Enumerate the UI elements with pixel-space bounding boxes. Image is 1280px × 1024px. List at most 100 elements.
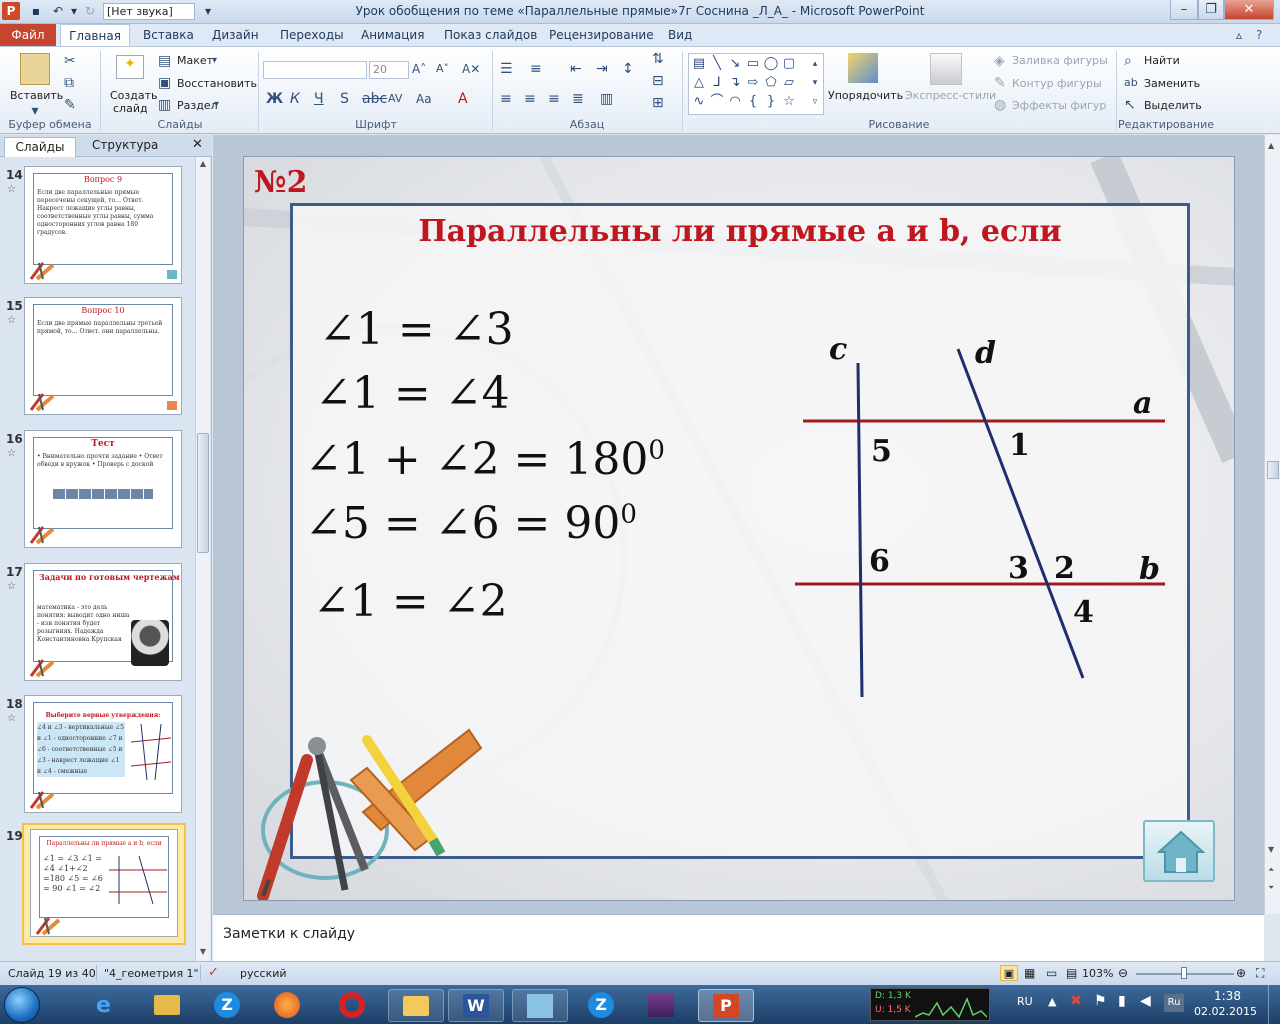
- rounded-rect-shape-icon[interactable]: ▢: [781, 56, 797, 72]
- close-panel-icon[interactable]: ✕: [192, 137, 203, 152]
- minimize-button[interactable]: –: [1170, 0, 1198, 20]
- zoom-level[interactable]: 103%: [1082, 967, 1113, 980]
- section-button[interactable]: Раздел: [177, 99, 218, 112]
- slide-number-label[interactable]: №2: [254, 165, 307, 200]
- zoom-app-icon-2[interactable]: Z: [574, 989, 628, 1020]
- shadow-icon[interactable]: S: [340, 91, 349, 107]
- drawing-app-icon[interactable]: [512, 989, 568, 1022]
- paste-icon[interactable]: [20, 53, 50, 85]
- justify-icon[interactable]: ≣: [572, 91, 584, 107]
- shrink-font-icon[interactable]: A˅: [436, 61, 449, 77]
- slide-thumbnail[interactable]: Вопрос 9 Если две параллельные прямые пе…: [24, 166, 182, 284]
- align-text-icon[interactable]: ⊟: [652, 73, 664, 89]
- align-center-icon[interactable]: ≡: [524, 91, 536, 107]
- arc-shape-icon[interactable]: ◠: [727, 94, 743, 110]
- clock-date[interactable]: 02.02.2015: [1194, 1005, 1257, 1018]
- condition-2[interactable]: ∠1 = ∠4: [315, 368, 510, 419]
- spellcheck-icon[interactable]: ✓: [208, 965, 219, 980]
- tab-design[interactable]: Дизайн: [212, 28, 259, 42]
- scroll-thumb[interactable]: [197, 433, 209, 553]
- home-navigation-button[interactable]: [1143, 820, 1215, 882]
- line-spacing-icon[interactable]: ↕: [622, 61, 634, 77]
- tab-view[interactable]: Вид: [668, 28, 692, 42]
- bold-button[interactable]: Ж: [266, 91, 283, 107]
- help-icon[interactable]: ?: [1256, 28, 1262, 42]
- paste-dropdown-icon[interactable]: ▾: [10, 103, 60, 119]
- scroll-down-icon[interactable]: ▼: [1268, 845, 1278, 857]
- change-case-icon[interactable]: Aa: [416, 91, 432, 107]
- action-center-flag-icon[interactable]: ⚑: [1094, 993, 1107, 1009]
- numbering-icon[interactable]: ≡: [530, 61, 542, 77]
- thumbnail-row-18[interactable]: 18 ☆ Выберите верные утверждения: ∠4 и ∠…: [0, 695, 195, 815]
- security-alert-icon[interactable]: ✖: [1070, 993, 1082, 1009]
- tab-slideshow[interactable]: Показ слайдов: [444, 28, 537, 42]
- zoom-in-icon[interactable]: ⊕: [1236, 966, 1246, 980]
- explorer-folder-icon[interactable]: [140, 989, 194, 1020]
- quick-styles-button[interactable]: Экспресс-стили: [905, 89, 996, 102]
- right-arrow-shape-icon[interactable]: ⇨: [745, 75, 761, 91]
- notes-pane[interactable]: Заметки к слайду: [213, 914, 1264, 961]
- show-hidden-icons[interactable]: ▲: [1048, 995, 1056, 1008]
- font-color-icon[interactable]: A: [458, 91, 468, 107]
- font-size-box[interactable]: 20: [369, 61, 409, 79]
- bullets-icon[interactable]: ☰: [500, 61, 513, 77]
- font-name-box[interactable]: [263, 61, 367, 79]
- quick-styles-icon[interactable]: [930, 53, 962, 85]
- thumbnail-row-17[interactable]: 17 ☆ Задачи по готовым чертежам математи…: [0, 563, 195, 683]
- new-slide-button-line2[interactable]: слайд: [113, 102, 148, 115]
- theme-name[interactable]: "4_геометрия 1": [104, 967, 199, 980]
- minimize-ribbon-icon[interactable]: ▵: [1236, 28, 1242, 42]
- new-slide-button-line1[interactable]: Создать: [110, 89, 158, 102]
- elbow-connector-icon[interactable]: ⅃: [709, 75, 725, 91]
- slide-thumbnail[interactable]: Тест • Внимательно прочти задание • Отве…: [24, 430, 182, 548]
- language-indicator[interactable]: русский: [240, 967, 287, 980]
- condition-5[interactable]: ∠1 = ∠2: [313, 576, 508, 627]
- left-brace-icon[interactable]: {: [745, 94, 761, 110]
- select-button[interactable]: Выделить: [1144, 99, 1202, 112]
- align-right-icon[interactable]: ≡: [548, 91, 560, 107]
- slideshow-view-icon[interactable]: ▤: [1066, 966, 1077, 980]
- start-button[interactable]: [4, 987, 40, 1023]
- char-spacing-icon[interactable]: AV: [388, 91, 402, 107]
- network-icon[interactable]: ▮: [1118, 993, 1126, 1009]
- tab-slides[interactable]: Слайды: [4, 137, 76, 157]
- next-slide-icon[interactable]: ⏷: [1268, 883, 1278, 895]
- fit-to-window-icon[interactable]: ⛶: [1256, 966, 1264, 981]
- file-manager-icon[interactable]: [388, 989, 444, 1022]
- layout-button[interactable]: Макет: [177, 54, 213, 67]
- gallery-up-icon[interactable]: ▴: [807, 56, 823, 72]
- slide-thumbnail[interactable]: Задачи по готовым чертежам математика - …: [24, 563, 182, 681]
- italic-button[interactable]: К: [290, 91, 300, 107]
- arrange-icon[interactable]: [848, 53, 878, 83]
- slide-thumbnail[interactable]: Вопрос 10 Если две прямые параллельны тр…: [24, 297, 182, 415]
- internet-explorer-icon[interactable]: e: [80, 989, 134, 1020]
- input-language[interactable]: RU: [1017, 995, 1033, 1008]
- tab-home[interactable]: Главная: [60, 24, 130, 48]
- increase-indent-icon[interactable]: ⇥: [596, 61, 608, 77]
- normal-view-icon[interactable]: ▣: [1000, 965, 1018, 981]
- section-dropdown-icon[interactable]: ▾: [214, 97, 219, 113]
- slide-title[interactable]: Параллельны ли прямые a и b, если: [293, 214, 1187, 249]
- find-button[interactable]: Найти: [1144, 54, 1180, 67]
- tab-outline[interactable]: Структура: [92, 138, 158, 152]
- zoom-slider-thumb[interactable]: [1181, 967, 1187, 979]
- thumbnail-row-19[interactable]: 19 Параллельны ли прямые a и b, если ∠1 …: [0, 823, 195, 947]
- parallel-lines-diagram[interactable]: c d a b 1 5 6 3 2 4: [783, 331, 1183, 711]
- layout-dropdown-icon[interactable]: ▾: [212, 53, 217, 69]
- zoom-app-icon[interactable]: Z: [200, 989, 254, 1020]
- cut-icon[interactable]: ✂: [64, 53, 76, 69]
- smartart-icon[interactable]: ⊞: [652, 95, 664, 111]
- slide-thumbnail-selected[interactable]: Параллельны ли прямые a и b, если ∠1 = ∠…: [22, 823, 186, 945]
- arrange-button[interactable]: Упорядочить: [828, 89, 903, 102]
- freeform-shape-icon[interactable]: ⌒: [709, 94, 725, 110]
- word-icon[interactable]: W: [448, 989, 504, 1022]
- slides-panel-scrollbar[interactable]: ▲ ▼: [195, 157, 210, 961]
- reading-view-icon[interactable]: ▭: [1046, 966, 1057, 980]
- tab-file[interactable]: Файл: [0, 24, 56, 46]
- textbox-shape-icon[interactable]: ▤: [691, 56, 707, 72]
- format-painter-icon[interactable]: ✎: [64, 97, 76, 113]
- keyboard-layout-icon[interactable]: Ru: [1164, 994, 1184, 1012]
- shape-fill-button[interactable]: Заливка фигуры: [1012, 54, 1108, 67]
- thumbnail-row-14[interactable]: 14 ☆ Вопрос 9 Если две параллельные прям…: [0, 166, 195, 286]
- previous-slide-icon[interactable]: ⏶: [1268, 865, 1278, 877]
